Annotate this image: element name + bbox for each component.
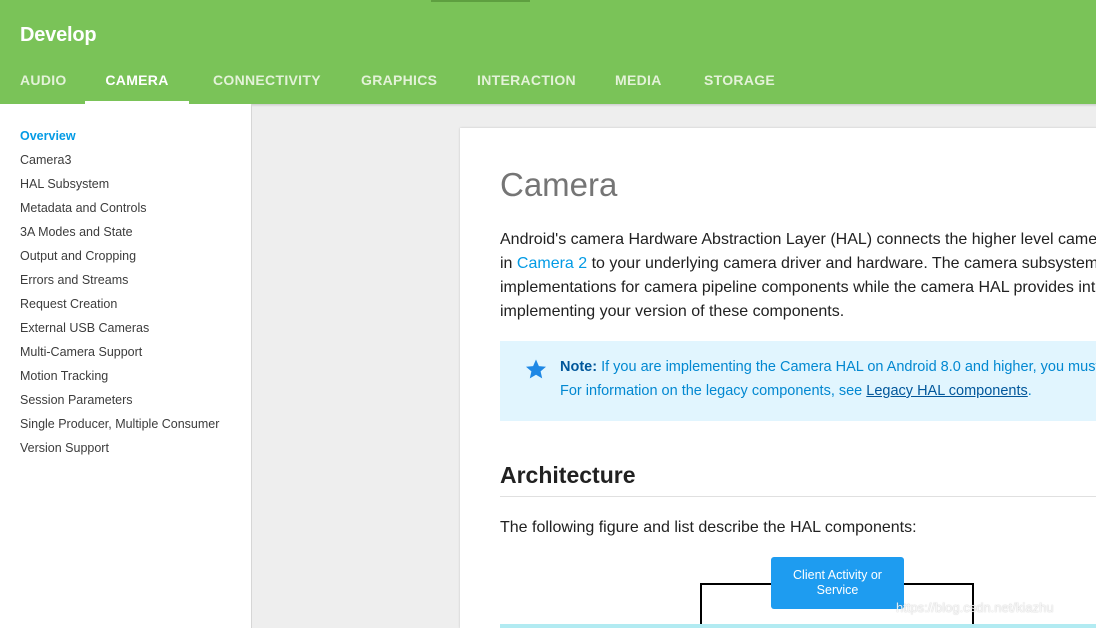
site-title[interactable]: Develop bbox=[20, 24, 97, 47]
tab-audio[interactable]: AUDIO bbox=[20, 56, 66, 104]
tab-camera[interactable]: CAMERA bbox=[85, 56, 189, 104]
note-line-2-suffix: . bbox=[1027, 383, 1032, 399]
sidebar-item-3a-modes[interactable]: 3A Modes and State bbox=[20, 225, 133, 239]
diagram-connector-left-v bbox=[700, 583, 702, 628]
top-header: Develop AUDIO CAMERA CONNECTIVITY GRAPHI… bbox=[0, 0, 1096, 104]
sidebar-item-request-creation[interactable]: Request Creation bbox=[20, 297, 117, 311]
intro-line-1: Android's camera Hardware Abstraction La… bbox=[500, 231, 1096, 248]
intro-line-2-prefix: in bbox=[500, 255, 517, 272]
intro-line-4: implementing your version of these compo… bbox=[500, 303, 845, 320]
tab-connectivity[interactable]: CONNECTIVITY bbox=[213, 56, 321, 104]
sidebar-item-overview[interactable]: Overview bbox=[20, 129, 76, 143]
sidebar-item-motion-tracking[interactable]: Motion Tracking bbox=[20, 369, 108, 383]
diagram-connector-left-h bbox=[700, 583, 771, 585]
sidebar-item-metadata-controls[interactable]: Metadata and Controls bbox=[20, 201, 146, 215]
tab-media[interactable]: MEDIA bbox=[615, 56, 661, 104]
note-line-2-prefix: For information on the legacy components… bbox=[560, 383, 867, 399]
intro-line-2-suffix: to your underlying camera driver and har… bbox=[587, 255, 1096, 272]
tab-interaction[interactable]: INTERACTION bbox=[477, 56, 576, 104]
diagram-box-line-1: Client Activity or bbox=[793, 568, 882, 582]
legacy-hal-link[interactable]: Legacy HAL components bbox=[866, 383, 1027, 399]
sidebar-item-session-parameters[interactable]: Session Parameters bbox=[20, 393, 133, 407]
page-title: Camera bbox=[500, 166, 618, 203]
sidebar-item-output-cropping[interactable]: Output and Cropping bbox=[20, 249, 136, 263]
diagram-box-line-2: Service bbox=[816, 583, 859, 597]
diagram-connector-right-h bbox=[904, 583, 974, 585]
sidebar-nav: Overview Camera3 HAL Subsystem Metadata … bbox=[0, 104, 252, 628]
sidebar-item-version-support[interactable]: Version Support bbox=[20, 441, 109, 455]
sidebar-item-single-producer[interactable]: Single Producer, Multiple Consumer bbox=[20, 417, 219, 431]
content-card: Camera Android's camera Hardware Abstrac… bbox=[460, 128, 1096, 628]
star-icon bbox=[526, 359, 546, 379]
note-line-1-text: If you are implementing the Camera HAL o… bbox=[597, 359, 1096, 375]
diagram-client-activity-box: Client Activity or Service bbox=[771, 557, 904, 609]
architecture-heading: Architecture bbox=[500, 462, 636, 488]
camera2-link[interactable]: Camera 2 bbox=[517, 255, 587, 272]
architecture-description: The following figure and list describe t… bbox=[500, 519, 917, 536]
intro-line-3: implementations for camera pipeline comp… bbox=[500, 279, 1096, 296]
watermark-text: https://blog.csdn.net/kiazhu bbox=[896, 600, 1054, 615]
heading-divider bbox=[500, 496, 1096, 497]
note-callout: Note: If you are implementing the Camera… bbox=[500, 341, 1096, 421]
sidebar-item-hal-subsystem[interactable]: HAL Subsystem bbox=[20, 177, 109, 191]
sidebar-item-external-usb[interactable]: External USB Cameras bbox=[20, 321, 149, 335]
sidebar-item-errors-streams[interactable]: Errors and Streams bbox=[20, 273, 128, 287]
sidebar-item-multi-camera[interactable]: Multi-Camera Support bbox=[20, 345, 142, 359]
note-line-1: Note: If you are implementing the Camera… bbox=[560, 359, 1096, 375]
note-line-2: For information on the legacy components… bbox=[560, 383, 1032, 399]
header-accent-line bbox=[431, 0, 530, 2]
note-label: Note: bbox=[560, 359, 598, 375]
tab-storage[interactable]: STORAGE bbox=[704, 56, 775, 104]
diagram-bottom-band bbox=[500, 624, 1096, 628]
sidebar-item-camera3[interactable]: Camera3 bbox=[20, 153, 71, 167]
tab-graphics[interactable]: GRAPHICS bbox=[361, 56, 437, 104]
intro-line-2: in Camera 2 to your underlying camera dr… bbox=[500, 255, 1096, 273]
